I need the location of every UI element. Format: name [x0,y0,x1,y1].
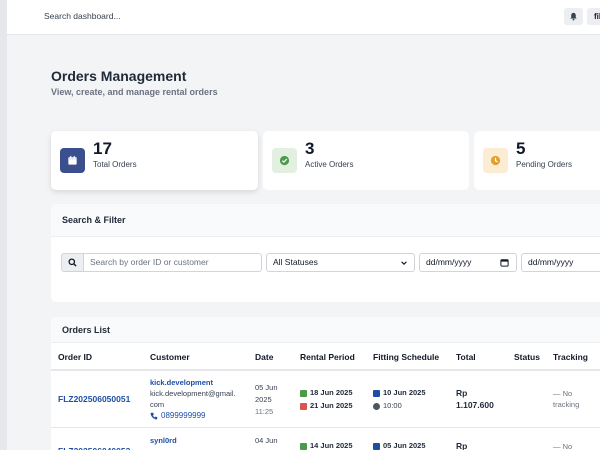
customer-phone-text: 0899999999 [161,411,206,420]
stat-label: Active Orders [305,160,354,169]
fitting-date: 05 Jun 2025 [373,441,426,450]
order-total: 1.107.600 [456,400,494,410]
rental-start-text: 18 Jun 2025 [310,388,353,397]
page-subtitle: View, create, and manage rental orders [51,87,218,97]
stat-label: Pending Orders [516,160,573,169]
calendar-icon[interactable] [500,258,509,267]
clock-icon [373,402,380,410]
orders-heading: Orders List [51,317,600,343]
stat-card-active-orders: 3 Active Orders [263,131,469,190]
rental-end: 21 Jun 2025 [300,401,353,410]
order-id-link[interactable]: FLZ202506040053 [58,446,130,450]
customer-phone[interactable]: 0899999999 [150,411,206,420]
page-title: Orders Management [51,68,187,84]
fitting-time: 10:00 [373,401,402,410]
fitting-date: 10 Jun 2025 [373,388,426,397]
orders-list-card: Orders List Order ID Customer Date Renta… [51,317,600,450]
order-time: 11:25 [255,407,274,416]
customer-name-link[interactable]: synl0rd [150,436,177,445]
stat-value: 5 [516,139,526,158]
tracking-text: No [562,389,573,398]
column-header[interactable]: Total [456,352,476,362]
calendar-blue-icon [373,389,380,397]
fitting-date-text: 10 Jun 2025 [383,388,426,397]
order-total: Rp [456,388,468,398]
tracking-status: — No [553,389,573,398]
calendar-icon [60,148,85,173]
stat-label: Total Orders [93,160,137,169]
filter-heading: Search & Filter [51,204,600,237]
left-sidebar-edge [0,0,7,450]
date-from-input[interactable]: dd/mm/yyyy [419,253,517,272]
customer-name-link[interactable]: kick.development [150,378,213,387]
notification-button[interactable] [564,8,583,25]
stat-value: 3 [305,139,315,158]
order-id-link[interactable]: FLZ202506050051 [58,394,130,404]
clock-icon [483,148,508,173]
table-header-row: Order ID Customer Date Rental Period Fit… [51,343,600,371]
tracking-status: tracking [553,400,580,409]
dashboard-search-input[interactable]: Search dashboard... [44,11,121,21]
phone-icon [150,412,158,420]
user-menu-button[interactable]: fil [587,8,600,25]
column-header[interactable]: Fitting Schedule [373,352,439,362]
order-search-input[interactable]: Search by order ID or customer [83,253,262,272]
row-divider [51,427,600,428]
order-total: Rp [456,441,468,450]
column-header[interactable]: Date [255,352,273,362]
tracking-status: — No [553,442,573,450]
stat-value: 17 [93,139,112,158]
rental-start: 18 Jun 2025 [300,388,353,397]
calendar-blue-icon [373,442,380,450]
chevron-down-icon [401,261,407,265]
tracking-text: No [562,442,573,450]
top-bar: Search dashboard... fil [7,0,600,35]
date-to-input[interactable]: dd/mm/yyyy [521,253,600,272]
calendar-green-icon [300,442,307,450]
stat-card-pending-orders: 5 Pending Orders [474,131,600,190]
column-header[interactable]: Rental Period [300,352,355,362]
date-from-value: dd/mm/yyyy [426,257,472,267]
calendar-green-icon [300,389,307,397]
column-header[interactable]: Tracking [553,352,588,362]
bell-icon [570,12,577,21]
check-circle-icon [272,148,297,173]
order-date: 05 Jun [255,383,278,392]
order-date: 04 Jun [255,436,278,445]
calendar-red-icon [300,402,307,410]
fitting-date-text: 05 Jun 2025 [383,441,426,450]
status-select-value: All Statuses [273,257,318,267]
search-filter-card: Search & Filter Search by order ID or cu… [51,204,600,302]
column-header[interactable]: Order ID [58,352,92,362]
stat-card-total-orders: 17 Total Orders [51,131,258,190]
order-date: 2025 [255,395,272,404]
column-header[interactable]: Customer [150,352,190,362]
status-filter-select[interactable]: All Statuses [266,253,415,272]
date-to-value: dd/mm/yyyy [528,257,574,267]
customer-email: kick.development@gmail. [150,389,236,398]
rental-end-text: 21 Jun 2025 [310,401,353,410]
rental-start: 14 Jun 2025 [300,441,353,450]
column-header[interactable]: Status [514,352,540,362]
fitting-time-text: 10:00 [383,401,402,410]
search-icon [61,253,84,272]
rental-start-text: 14 Jun 2025 [310,441,353,450]
customer-email: com [150,400,165,409]
